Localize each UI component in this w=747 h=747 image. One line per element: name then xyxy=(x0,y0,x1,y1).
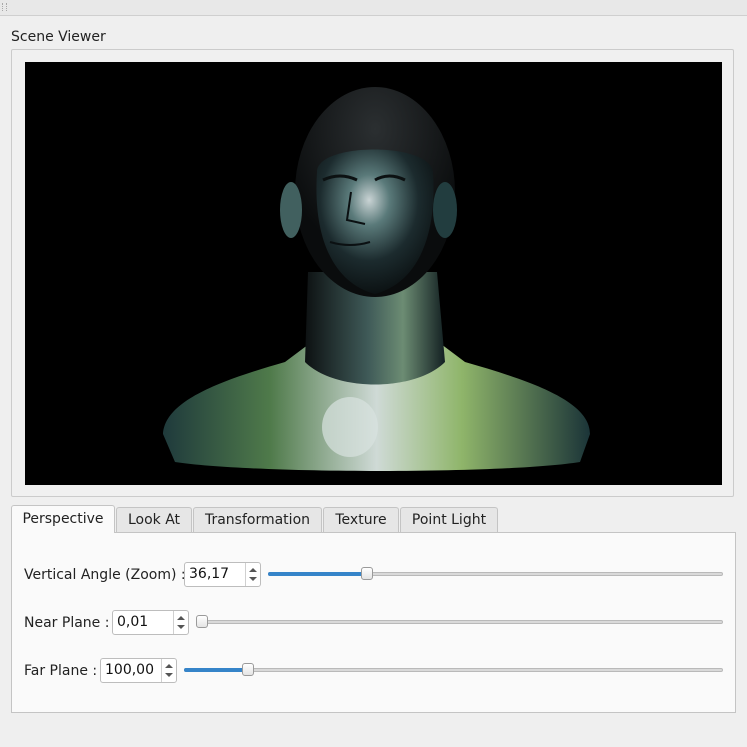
slider-fill xyxy=(268,572,367,576)
spin-down-icon[interactable] xyxy=(177,625,185,629)
near-plane-value: 0,01 xyxy=(117,614,149,630)
slider-handle[interactable] xyxy=(361,567,373,580)
slider-handle[interactable] xyxy=(242,663,254,676)
vertical-angle-spinbox[interactable]: 36,17 xyxy=(184,562,261,587)
slider-fill xyxy=(184,668,248,672)
slider-handle[interactable] xyxy=(196,615,208,628)
spin-down-icon[interactable] xyxy=(165,673,173,677)
head-render xyxy=(163,87,590,471)
window-top-bar xyxy=(0,0,747,16)
spin-arrows xyxy=(245,563,260,586)
spin-up-icon[interactable] xyxy=(177,616,185,620)
tab-transformation[interactable]: Transformation xyxy=(193,507,322,532)
far-plane-spinbox[interactable]: 100,00 xyxy=(100,658,177,683)
near-plane-label: Near Plane : xyxy=(24,615,110,631)
far-plane-value: 100,00 xyxy=(105,662,154,678)
vertical-angle-label: Vertical Angle (Zoom) : xyxy=(24,567,186,583)
slider-groove xyxy=(196,620,723,624)
tab-perspective[interactable]: Perspective xyxy=(11,505,115,533)
spin-down-icon[interactable] xyxy=(249,577,257,581)
vertical-angle-slider[interactable] xyxy=(268,565,723,583)
group-title: Scene Viewer xyxy=(11,29,106,45)
vertical-angle-value: 36,17 xyxy=(189,566,230,582)
spin-arrows xyxy=(173,611,188,634)
grip-handle[interactable] xyxy=(2,3,7,11)
near-plane-slider[interactable] xyxy=(196,613,723,631)
far-plane-label: Far Plane : xyxy=(24,663,98,679)
tab-point-light[interactable]: Point Light xyxy=(400,507,498,532)
near-plane-spinbox[interactable]: 0,01 xyxy=(112,610,189,635)
tab-texture[interactable]: Texture xyxy=(323,507,399,532)
far-plane-slider[interactable] xyxy=(184,661,723,679)
spin-up-icon[interactable] xyxy=(249,568,257,572)
slider-groove xyxy=(184,668,723,672)
perspective-panel: Vertical Angle (Zoom) : 36,17 Near Plane… xyxy=(11,532,736,713)
scene-viewport[interactable] xyxy=(25,62,722,485)
tab-look-at[interactable]: Look At xyxy=(116,507,192,532)
spin-up-icon[interactable] xyxy=(165,664,173,668)
spin-arrows xyxy=(161,659,176,682)
